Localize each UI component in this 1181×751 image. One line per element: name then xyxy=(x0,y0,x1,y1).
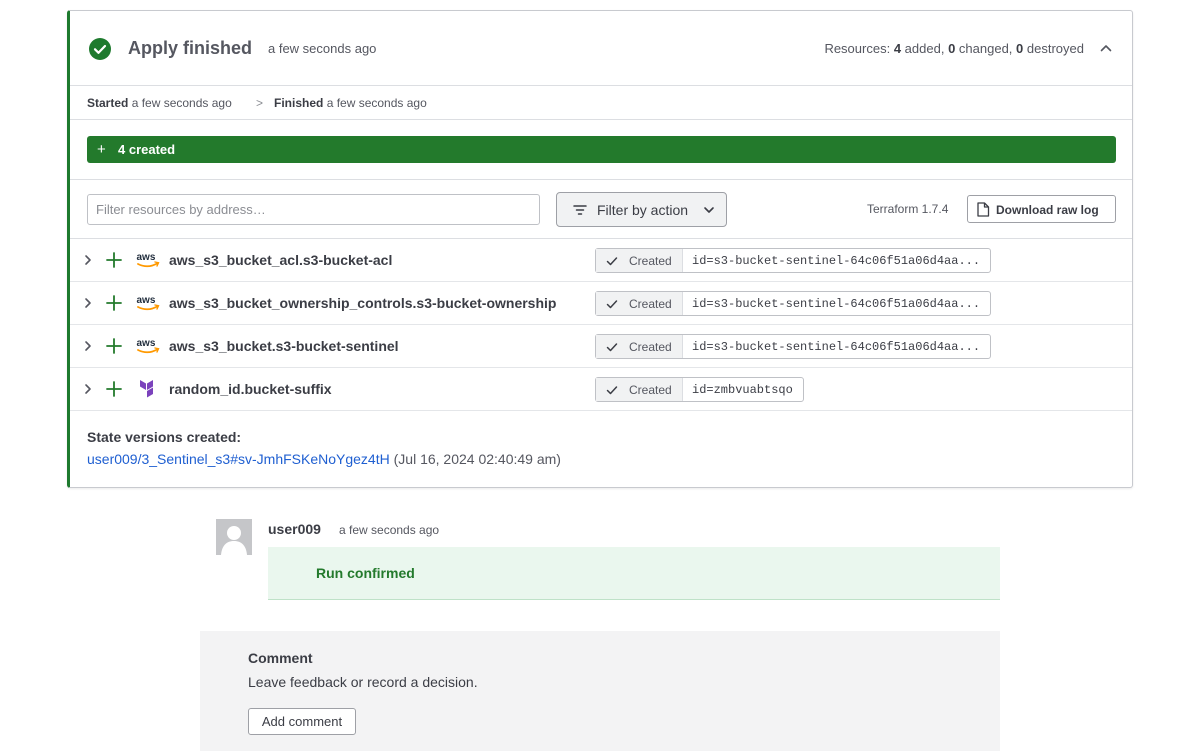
svg-text:aws: aws xyxy=(137,295,156,306)
comment-time: a few seconds ago xyxy=(339,523,440,537)
chevron-right-icon[interactable] xyxy=(82,340,94,352)
apply-status-title: Apply finished xyxy=(128,38,253,58)
comment-form-subtitle: Leave feedback or record a decision. xyxy=(248,674,478,690)
resource-status: Created id=zmbvuabtsqo xyxy=(595,377,804,402)
started-label: Started xyxy=(87,96,129,110)
check-icon xyxy=(606,386,618,395)
run-timeline: Started a few seconds ago > Finished a f… xyxy=(70,86,1132,120)
resource-row[interactable]: aws aws_s3_bucket.s3-bucket-sentinel Cre… xyxy=(70,325,1132,368)
plus-icon xyxy=(106,381,122,397)
resource-toolbar: Filter by action Terraform 1.7.4 Downloa… xyxy=(70,180,1132,239)
resources-label: Resources: xyxy=(824,41,891,56)
resource-row[interactable]: aws aws_s3_bucket_ownership_controls.s3-… xyxy=(70,282,1132,325)
created-summary-bar[interactable]: + 4 created xyxy=(87,136,1116,163)
state-version-link[interactable]: user009/3_Sentinel_s3#sv-JmhFSKeNoYgez4t… xyxy=(87,451,390,467)
resource-address: random_id.bucket-suffix xyxy=(169,381,332,397)
added-count: 4 xyxy=(893,41,902,56)
apply-header[interactable]: Apply finished a few seconds ago Resourc… xyxy=(70,11,1132,86)
resource-row[interactable]: random_id.bucket-suffix Created id=zmbvu… xyxy=(70,368,1132,411)
resource-address: aws_s3_bucket_acl.s3-bucket-acl xyxy=(169,252,393,268)
timeline-finished: Finished a few seconds ago xyxy=(274,96,427,110)
state-versions-label: State versions created: xyxy=(87,429,242,445)
plus-icon xyxy=(106,338,122,354)
svg-text:aws: aws xyxy=(137,252,156,263)
filter-icon xyxy=(573,205,587,215)
resource-id: id=s3-bucket-sentinel-64c06f51a06d4aa... xyxy=(692,254,981,268)
aws-icon: aws xyxy=(137,338,160,354)
state-version-date: (Jul 16, 2024 02:40:49 am) xyxy=(393,451,561,467)
aws-icon: aws xyxy=(137,295,160,311)
timeline-started: Started a few seconds ago xyxy=(87,96,232,110)
chevron-right-icon[interactable] xyxy=(82,383,94,395)
chevron-up-icon[interactable] xyxy=(1099,41,1113,55)
add-comment-button[interactable]: Add comment xyxy=(248,708,356,735)
status-created: Created xyxy=(596,335,683,358)
filter-by-action-label: Filter by action xyxy=(597,202,689,218)
check-icon xyxy=(606,343,618,352)
filter-by-action-button[interactable]: Filter by action xyxy=(556,192,727,227)
file-icon xyxy=(977,202,990,217)
summary-bar-section: + 4 created xyxy=(70,120,1132,180)
destroyed-count: 0 xyxy=(1016,41,1024,56)
resource-address: aws_s3_bucket.s3-bucket-sentinel xyxy=(169,338,399,354)
chevron-right-icon[interactable] xyxy=(82,297,94,309)
state-version-entry: user009/3_Sentinel_s3#sv-JmhFSKeNoYgez4t… xyxy=(87,451,561,467)
terraform-icon xyxy=(140,380,153,398)
run-confirmed-text: Run confirmed xyxy=(316,565,415,581)
plus-icon xyxy=(106,252,122,268)
aws-icon: aws xyxy=(137,252,160,268)
status-label: Created xyxy=(629,383,672,397)
added-label: added, xyxy=(904,41,945,56)
resource-status: Created id=s3-bucket-sentinel-64c06f51a0… xyxy=(595,248,992,273)
finished-label: Finished xyxy=(274,96,324,110)
destroyed-label: destroyed xyxy=(1026,41,1084,56)
changed-count: 0 xyxy=(948,41,956,56)
comment-form: Comment Leave feedback or record a decis… xyxy=(200,631,1000,751)
avatar xyxy=(216,519,252,555)
resource-status: Created id=s3-bucket-sentinel-64c06f51a0… xyxy=(595,291,992,316)
comment-form-title: Comment xyxy=(248,650,313,666)
resource-id: id=s3-bucket-sentinel-64c06f51a06d4aa... xyxy=(692,297,981,311)
svg-text:aws: aws xyxy=(137,338,156,349)
chevron-right-icon[interactable] xyxy=(82,254,94,266)
state-versions: State versions created: user009/3_Sentin… xyxy=(87,429,561,467)
resources-summary: Resources: 4 added, 0 changed, 0 destroy… xyxy=(824,41,1084,56)
created-summary-label: 4 created xyxy=(118,142,176,157)
check-circle-icon xyxy=(89,38,111,60)
changed-label: changed, xyxy=(958,41,1013,56)
download-raw-log-label: Download raw log xyxy=(996,203,1099,217)
resource-id: id=zmbvuabtsqo xyxy=(692,383,793,397)
status-created: Created xyxy=(596,378,683,401)
resource-row[interactable]: aws aws_s3_bucket_acl.s3-bucket-acl Crea… xyxy=(70,239,1132,282)
finished-time: a few seconds ago xyxy=(326,96,427,110)
apply-status-time: a few seconds ago xyxy=(268,41,377,56)
terraform-version: Terraform 1.7.4 xyxy=(867,202,949,216)
apply-panel: Apply finished a few seconds ago Resourc… xyxy=(67,10,1133,488)
filter-resources-input[interactable] xyxy=(87,194,540,225)
resource-id: id=s3-bucket-sentinel-64c06f51a06d4aa... xyxy=(692,340,981,354)
download-raw-log-button[interactable]: Download raw log xyxy=(967,195,1116,223)
run-confirmed-message: Run confirmed xyxy=(268,547,1000,600)
started-time: a few seconds ago xyxy=(131,96,232,110)
check-icon xyxy=(606,300,618,309)
status-created: Created xyxy=(596,249,683,272)
user-avatar-icon xyxy=(221,526,247,555)
comment-user: user009 xyxy=(268,521,321,537)
plus-icon: + xyxy=(97,141,106,158)
status-label: Created xyxy=(629,254,672,268)
check-icon xyxy=(606,257,618,266)
status-label: Created xyxy=(629,297,672,311)
resource-status: Created id=s3-bucket-sentinel-64c06f51a0… xyxy=(595,334,992,359)
status-created: Created xyxy=(596,292,683,315)
chevron-down-icon xyxy=(704,207,714,213)
status-label: Created xyxy=(629,340,672,354)
plus-icon xyxy=(106,295,122,311)
resource-address: aws_s3_bucket_ownership_controls.s3-buck… xyxy=(169,295,557,311)
timeline-separator: > xyxy=(256,96,264,110)
